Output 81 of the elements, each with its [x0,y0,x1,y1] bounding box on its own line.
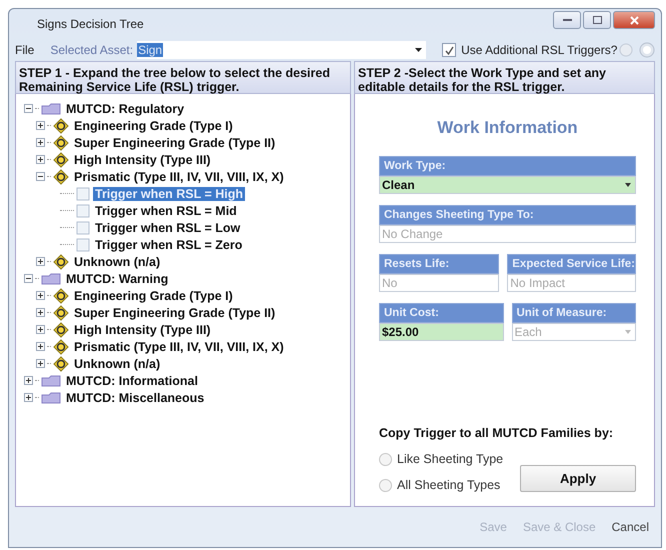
expand-icon[interactable] [36,121,45,130]
tree-item[interactable]: Trigger when RSL = Zero [93,238,244,252]
diamond-sign-icon [53,288,69,304]
tree-item[interactable]: MUTCD: Warning [64,272,170,286]
diamond-sign-icon [53,338,69,354]
tree-item[interactable]: MUTCD: Informational [64,374,200,388]
tree-item[interactable]: Prismatic (Type III, IV, VII, VIII, IX, X) [72,170,286,184]
expand-icon[interactable] [24,376,33,385]
maximize-icon [592,16,602,24]
tree-item[interactable]: Trigger when RSL = High [93,186,246,200]
minimize-button[interactable] [553,11,581,29]
checkbox[interactable] [442,43,456,57]
footer-button[interactable]: Cancel [612,520,649,534]
close-button[interactable] [613,11,655,29]
document-icon [76,238,90,252]
expand-icon[interactable] [36,325,45,334]
caret-icon [415,48,422,52]
diamond-sign-icon [53,118,69,134]
tree-item[interactable]: Super Engineering Grade (Type II) [72,306,278,320]
collapse-icon[interactable] [24,104,33,113]
folder-icon [41,102,61,114]
expand-icon[interactable] [36,359,45,368]
maximize-button[interactable] [583,11,611,29]
asset-dropdown[interactable]: Sign [137,41,426,59]
document-icon [76,204,90,218]
expand-icon[interactable] [36,291,45,300]
tree-item[interactable]: Unknown (n/a) [72,356,162,370]
radio-label: All Sheeting Types [397,478,500,492]
diamond-sign-icon [53,356,69,372]
field-label: Changes Sheeting Type To: [379,205,636,225]
input-field[interactable]: $25.00 [379,323,504,341]
tree-item[interactable]: MUTCD: Regulatory [64,102,186,116]
dropdown-field[interactable]: Clean [379,176,636,194]
diamond-sign-icon [53,152,69,168]
tree-item[interactable]: MUTCD: Miscellaneous [64,390,206,404]
field-label: Resets Life: [379,254,500,274]
expand-icon[interactable] [36,257,45,266]
field-label: Unit Cost: [379,303,504,323]
tree-item[interactable]: High Intensity (Type III) [72,322,213,336]
diamond-sign-icon [53,322,69,338]
radio-label: Like Sheeting Type [397,452,504,466]
field-label: Work Type: [379,156,636,176]
asset-label: Selected Asset: [50,43,134,57]
close-icon [630,16,638,24]
expand-icon[interactable] [36,138,45,147]
field-label: Expected Service Life: [507,254,636,274]
file-menu[interactable]: File [15,43,34,57]
tree-item[interactable]: Prismatic (Type III, IV, VII, VIII, IX, X) [72,340,286,354]
tree-item[interactable]: Trigger when RSL = Mid [93,204,239,218]
diamond-sign-icon [53,254,69,270]
radio-button[interactable] [379,478,392,492]
collapse-icon[interactable] [24,274,33,283]
document-icon [76,186,90,200]
apply-button[interactable]: Apply [520,465,636,492]
section-title: Work Information [436,118,579,138]
copy-title: Copy Trigger to all MUTCD Families by: [379,426,614,440]
checkbox-label: Use Additional RSL Triggers? [461,43,618,57]
folder-icon [41,272,61,284]
field-label: Unit of Measure: [512,303,636,323]
tree-item[interactable]: Engineering Grade (Type I) [72,288,235,302]
diamond-sign-icon [53,134,69,150]
expand-icon[interactable] [36,342,45,351]
expand-icon[interactable] [36,308,45,317]
radio-button[interactable] [379,452,392,466]
expand-icon[interactable] [36,155,45,164]
document-icon [76,220,90,234]
window-title: Signs Decision Tree [37,17,144,31]
tree-item[interactable]: Unknown (n/a) [72,254,162,268]
tree-item[interactable]: Engineering Grade (Type I) [72,118,235,132]
folder-icon [41,374,61,386]
diamond-sign-icon [53,304,69,320]
collapse-icon[interactable] [36,172,45,181]
diamond-sign-icon [53,168,69,184]
expand-icon[interactable] [24,393,33,402]
tree-item[interactable]: Super Engineering Grade (Type II) [72,136,278,150]
tree-item[interactable]: Trigger when RSL = Low [93,220,242,234]
folder-icon [41,392,61,404]
step-heading: STEP 2 -Select the Work Type and set any editable details for the RSL trigger. [354,61,655,94]
step-heading: STEP 1 - Expand the tree below to select the desired Remaining Service Life (RSL) trigger. [15,61,351,94]
tree-item[interactable]: High Intensity (Type III) [72,152,213,166]
minimize-icon [562,18,572,22]
